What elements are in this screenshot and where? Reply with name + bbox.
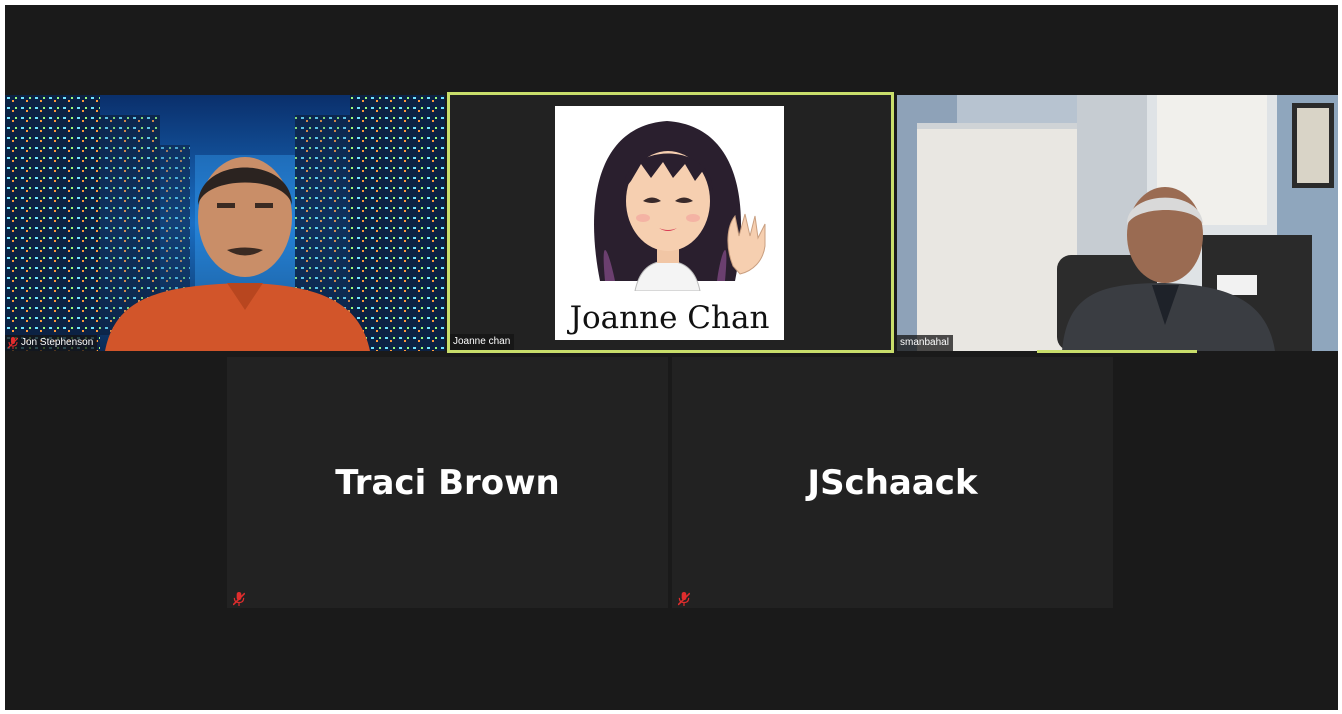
participant-name: Jon Stephenson bbox=[21, 337, 94, 348]
participant-tile-smanbahal[interactable]: smanbahal bbox=[897, 95, 1338, 351]
participant-display-name: Traci Brown bbox=[335, 462, 560, 503]
participant-name: smanbahal bbox=[900, 337, 949, 348]
participant-tile-joanne-chan[interactable]: Joanne Chan Joanne chan bbox=[447, 92, 894, 353]
video-feed bbox=[897, 95, 1338, 351]
avatar-caption: Joanne Chan bbox=[569, 300, 770, 336]
speaking-indicator-bar bbox=[1037, 350, 1197, 353]
muted-microphone-icon bbox=[678, 592, 690, 606]
avatar-cartoon bbox=[594, 121, 766, 291]
meeting-gallery: Jon Stephenson Joanne Chan Joanne chan s… bbox=[5, 5, 1338, 710]
muted-microphone-icon bbox=[233, 592, 245, 606]
video-feed bbox=[5, 95, 445, 351]
participant-name-tag: smanbahal bbox=[897, 335, 953, 351]
participant-tile-jschaack[interactable]: JSchaack bbox=[672, 357, 1113, 608]
participant-name: Joanne chan bbox=[453, 336, 511, 347]
participant-tile-traci-brown[interactable]: Traci Brown bbox=[227, 357, 668, 608]
participant-name-tag: Joanne chan bbox=[450, 334, 515, 350]
participant-name-tag: Jon Stephenson bbox=[5, 335, 98, 351]
avatar-card: Joanne Chan bbox=[555, 106, 784, 340]
muted-microphone-icon bbox=[8, 337, 18, 349]
participant-display-name: JSchaack bbox=[807, 462, 978, 503]
participant-tile-jon-stephenson[interactable]: Jon Stephenson bbox=[5, 95, 445, 351]
